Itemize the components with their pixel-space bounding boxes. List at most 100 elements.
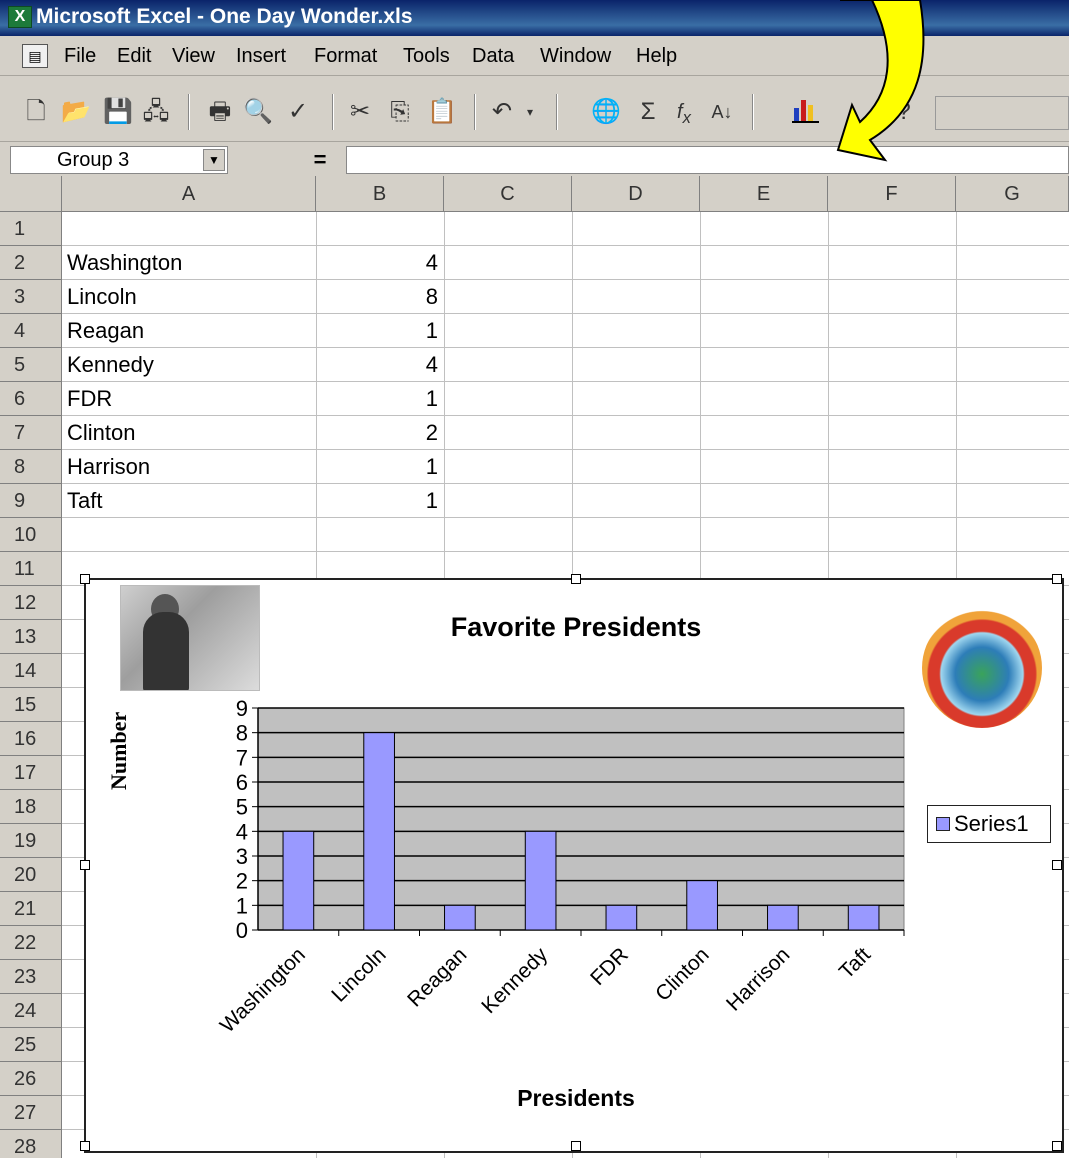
cell-b5[interactable]: 4 (320, 348, 438, 382)
cell-a5[interactable]: Kennedy (67, 348, 154, 382)
cell-a6[interactable]: FDR (67, 382, 112, 416)
bar-clinton[interactable] (686, 880, 718, 931)
copy-icon[interactable]: ⎘ (384, 96, 416, 128)
resize-handle[interactable] (571, 1141, 581, 1151)
grid-line (62, 551, 1069, 552)
column-header-d[interactable]: D (572, 176, 700, 212)
autosum-icon[interactable]: Σ (632, 96, 664, 128)
open-icon[interactable]: 📂 (60, 96, 92, 128)
row-header-2[interactable]: 2 (0, 246, 62, 280)
row-header-10[interactable]: 10 (0, 518, 62, 552)
bar-taft[interactable] (847, 904, 880, 931)
row-header-4[interactable]: 4 (0, 314, 62, 348)
row-header-17[interactable]: 17 (0, 756, 62, 790)
permission-icon[interactable]: 🖧 (140, 96, 172, 128)
row-header-27[interactable]: 27 (0, 1096, 62, 1130)
resize-handle[interactable] (80, 1141, 90, 1151)
x-axis-title[interactable]: Presidents (86, 1085, 1066, 1112)
cell-b8[interactable]: 1 (320, 450, 438, 484)
undo-icon[interactable]: ↶ (486, 96, 518, 128)
row-header-24[interactable]: 24 (0, 994, 62, 1028)
chevron-down-icon[interactable]: ▼ (203, 149, 225, 171)
cell-a9[interactable]: Taft (67, 484, 102, 518)
bar-reagan[interactable] (444, 904, 476, 931)
cell-b9[interactable]: 1 (320, 484, 438, 518)
cell-b7[interactable]: 2 (320, 416, 438, 450)
cell-a8[interactable]: Harrison (67, 450, 150, 484)
paste-icon[interactable]: 📋 (426, 96, 458, 128)
formula-input[interactable] (346, 146, 1069, 174)
row-header-28[interactable]: 28 (0, 1130, 62, 1158)
column-header-b[interactable]: B (316, 176, 444, 212)
row-header-5[interactable]: 5 (0, 348, 62, 382)
function-icon[interactable]: fx (668, 96, 700, 128)
row-header-14[interactable]: 14 (0, 654, 62, 688)
menu-file[interactable]: File (64, 45, 96, 68)
workbook-icon[interactable]: ▤ (22, 44, 48, 68)
row-header-16[interactable]: 16 (0, 722, 62, 756)
cell-a4[interactable]: Reagan (67, 314, 144, 348)
row-header-21[interactable]: 21 (0, 892, 62, 926)
undo-dropdown-icon[interactable]: ▾ (520, 96, 540, 128)
new-icon[interactable]: 🗋 (20, 96, 52, 128)
column-header-g[interactable]: G (956, 176, 1069, 212)
row-header-1[interactable]: 1 (0, 212, 62, 246)
hyperlink-icon[interactable]: 🌐 (590, 96, 622, 128)
row-header-3[interactable]: 3 (0, 280, 62, 314)
column-header-c[interactable]: C (444, 176, 572, 212)
row-header-26[interactable]: 26 (0, 1062, 62, 1096)
resize-handle[interactable] (1052, 1141, 1062, 1151)
chart-legend[interactable]: Series1 (927, 805, 1051, 843)
menu-view[interactable]: View (172, 45, 215, 68)
y-tick-label: 9 (236, 696, 248, 721)
embedded-chart[interactable]: Favorite Presidents Number Presidents 01… (80, 574, 1066, 1153)
cell-b3[interactable]: 8 (320, 280, 438, 314)
menu-edit[interactable]: Edit (117, 45, 151, 68)
cell-b4[interactable]: 1 (320, 314, 438, 348)
bar-washington[interactable] (282, 830, 315, 931)
row-header-15[interactable]: 15 (0, 688, 62, 722)
row-header-22[interactable]: 22 (0, 926, 62, 960)
row-header-13[interactable]: 13 (0, 620, 62, 654)
cell-a3[interactable]: Lincoln (67, 280, 137, 314)
print-icon[interactable]: 🖶 (204, 96, 236, 128)
menu-data[interactable]: Data (472, 45, 514, 68)
row-header-8[interactable]: 8 (0, 450, 62, 484)
equals-button[interactable]: = (300, 146, 340, 174)
save-icon[interactable]: 💾 (102, 96, 134, 128)
row-header-25[interactable]: 25 (0, 1028, 62, 1062)
name-box[interactable]: Group 3 ▼ (10, 146, 228, 174)
sort-ascending-icon[interactable]: A↓ (706, 96, 738, 128)
bar-kennedy[interactable] (524, 830, 557, 931)
row-header-12[interactable]: 12 (0, 586, 62, 620)
cell-a7[interactable]: Clinton (67, 416, 135, 450)
row-header-18[interactable]: 18 (0, 790, 62, 824)
spelling-icon[interactable]: ✓ (282, 96, 314, 128)
column-header-a[interactable]: A (62, 176, 316, 212)
grid-line (62, 245, 1069, 246)
row-header-23[interactable]: 23 (0, 960, 62, 994)
cell-b6[interactable]: 1 (320, 382, 438, 416)
row-header-9[interactable]: 9 (0, 484, 62, 518)
row-header-7[interactable]: 7 (0, 416, 62, 450)
cut-icon[interactable]: ✂ (344, 96, 376, 128)
menu-help[interactable]: Help (636, 45, 677, 68)
chart-plot[interactable]: 0123456789 Washington Lincoln Reagan Kennedy… (86, 580, 1066, 1080)
menu-window[interactable]: Window (540, 45, 611, 68)
menu-insert[interactable]: Insert (236, 45, 286, 68)
cell-b2[interactable]: 4 (320, 246, 438, 280)
menu-tools[interactable]: Tools (403, 45, 450, 68)
grid-line (62, 483, 1069, 484)
menu-format[interactable]: Format (314, 45, 377, 68)
bar-harrison[interactable] (767, 904, 799, 931)
bar-lincoln[interactable] (363, 732, 395, 931)
row-header-19[interactable]: 19 (0, 824, 62, 858)
row-header-20[interactable]: 20 (0, 858, 62, 892)
excel-icon: X (8, 6, 32, 28)
select-all-corner[interactable] (0, 176, 62, 212)
bar-fdr[interactable] (605, 904, 638, 931)
row-header-11[interactable]: 11 (0, 552, 62, 586)
cell-a2[interactable]: Washington (67, 246, 182, 280)
row-header-6[interactable]: 6 (0, 382, 62, 416)
print-preview-icon[interactable]: 🔍 (242, 96, 274, 128)
